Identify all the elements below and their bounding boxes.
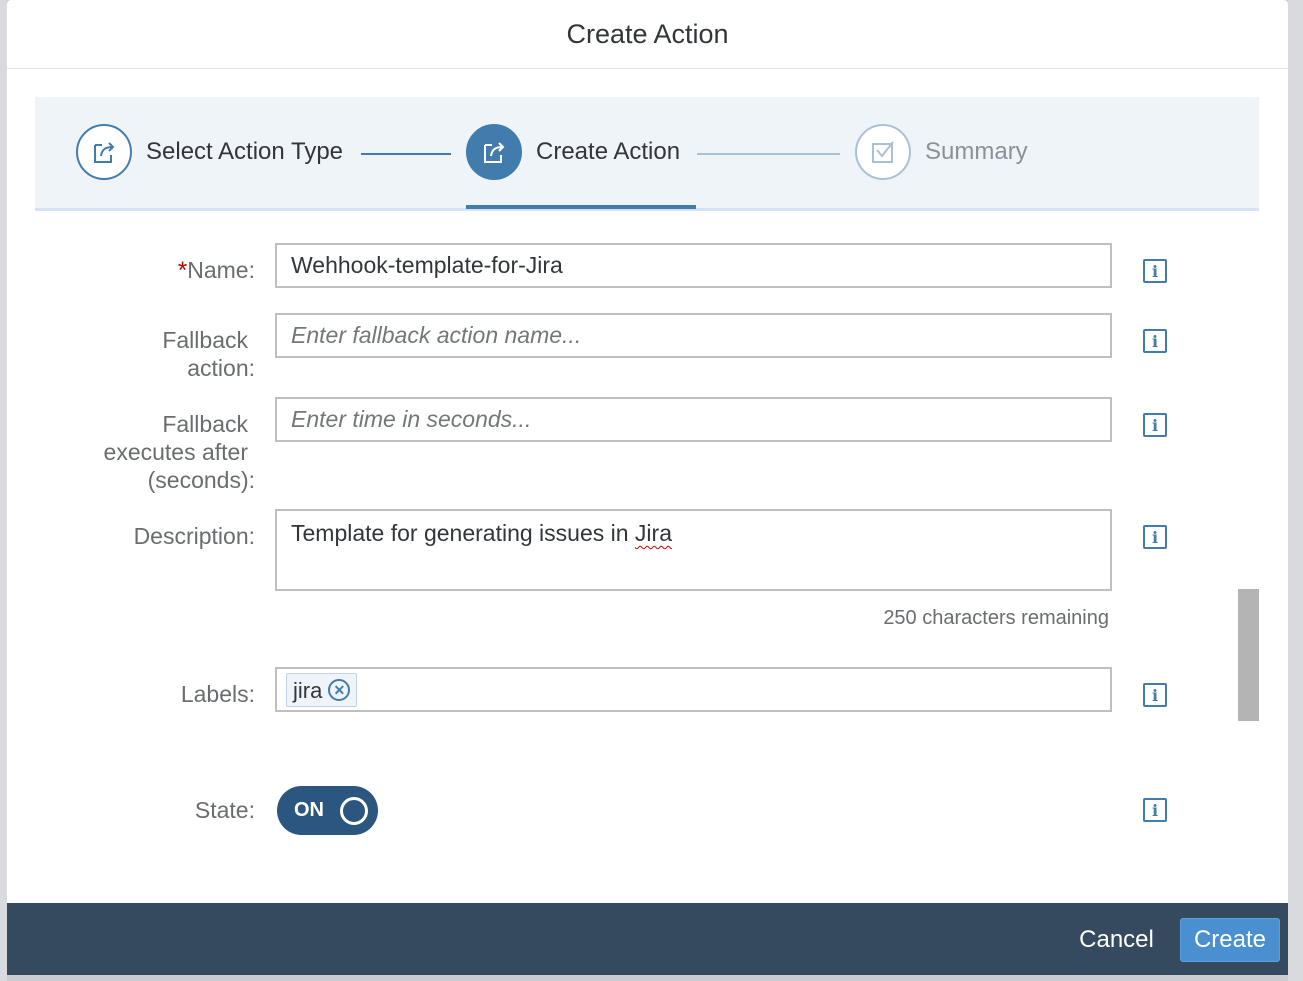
share-icon [76, 124, 132, 180]
info-icon[interactable]: i [1143, 329, 1167, 353]
wizard-progress-bar: Select Action Type Create Action Summary [35, 97, 1259, 211]
active-step-indicator [466, 205, 696, 209]
share-icon [466, 124, 522, 180]
wizard-step-label: Select Action Type [146, 138, 344, 165]
labels-label: Labels: [180, 681, 255, 707]
character-counter: 250 characters remaining [883, 607, 1109, 629]
info-icon[interactable]: i [1143, 798, 1167, 822]
wizard-step-create-action[interactable]: Create Action [466, 124, 680, 180]
info-icon[interactable]: i [1143, 525, 1167, 549]
state-toggle[interactable]: ON [277, 786, 378, 835]
dialog-footer: Cancel Create [7, 903, 1288, 975]
description-textarea[interactable]: Template for generating issues in Jira [275, 509, 1112, 591]
wizard-step-label: Create Action [536, 138, 681, 165]
wizard-step-select-action-type[interactable]: Select Action Type [76, 124, 343, 180]
state-label: State: [194, 797, 255, 823]
name-input[interactable]: Wehhook-template-for-Jira [275, 243, 1112, 288]
fallback-after-label: Fallback executes after (seconds): [103, 411, 255, 493]
step-connector [361, 153, 451, 155]
description-label: Description: [133, 523, 255, 549]
fallback-action-label: Fallback action: [162, 327, 255, 381]
backdrop-left [0, 0, 7, 981]
step-connector [697, 153, 840, 155]
name-label: *Name: [177, 257, 255, 284]
fallback-action-input[interactable]: Enter fallback action name... [275, 313, 1112, 358]
wizard-step-summary: Summary [855, 124, 1028, 180]
label-token: jira ✕ [286, 673, 358, 707]
wizard-step-label: Summary [925, 138, 1028, 165]
labels-multi-input[interactable]: jira ✕ [275, 667, 1112, 712]
info-icon[interactable]: i [1143, 259, 1167, 283]
checkbox-check-icon [855, 124, 911, 180]
info-icon[interactable]: i [1143, 683, 1167, 707]
spellcheck-word: Jira [634, 520, 672, 546]
backdrop-right [1288, 0, 1303, 981]
info-icon[interactable]: i [1143, 413, 1167, 437]
create-button[interactable]: Create [1180, 918, 1280, 962]
dialog-title: Create Action [7, 0, 1288, 69]
toggle-knob [340, 797, 368, 825]
fallback-seconds-input[interactable]: Enter time in seconds... [275, 397, 1112, 442]
cancel-button[interactable]: Cancel [1064, 918, 1169, 962]
scrollbar-thumb[interactable] [1238, 589, 1259, 721]
create-action-dialog: Create Action Select Action Type Create … [7, 0, 1288, 975]
close-icon[interactable]: ✕ [328, 679, 351, 701]
required-marker: * [177, 257, 188, 284]
